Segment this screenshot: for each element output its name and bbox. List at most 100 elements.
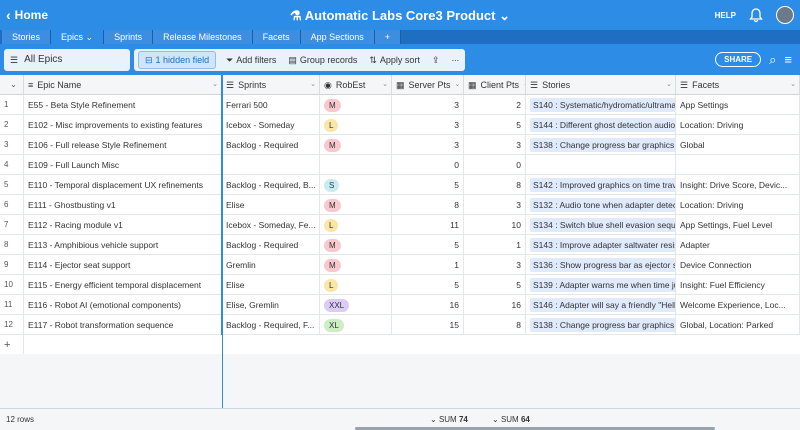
sprints-cell[interactable]: Backlog - Required, B...	[222, 175, 320, 195]
facets-cell[interactable]: App Settings	[676, 95, 800, 115]
table-row[interactable]: 5 E110 - Temporal displacement UX refinem…	[0, 175, 800, 195]
table-row[interactable]: 11 E116 - Robot AI (emotional components)…	[0, 295, 800, 315]
table-row[interactable]: 9 E114 - Ejector seat support Gremlin M 1 3 S1…	[0, 255, 800, 275]
epic-name-cell[interactable]: E113 - Amphibious vehicle support	[24, 235, 222, 255]
more-icon[interactable]: ∙∙∙	[446, 49, 466, 71]
story-link-chip[interactable]: S144 : Different ghost detection audio t…	[530, 118, 675, 132]
epic-name-cell[interactable]: E106 - Full release Style Refinement	[24, 135, 222, 155]
epic-name-cell[interactable]: E112 - Racing module v1	[24, 215, 222, 235]
epic-name-cell[interactable]: E110 - Temporal displacement UX refineme…	[24, 175, 222, 195]
robest-cell[interactable]: M	[320, 135, 392, 155]
epic-name-cell[interactable]: E111 - Ghostbusting v1	[24, 195, 222, 215]
client-pts-cell[interactable]: 0	[464, 155, 526, 175]
epic-name-cell[interactable]: E109 - Full Launch Misc	[24, 155, 222, 175]
table-row[interactable]: 7 E112 - Racing module v1 Icebox - Someday…	[0, 215, 800, 235]
story-link-chip[interactable]: S143 : Improve adapter saltwater resist	[530, 238, 675, 252]
view-switcher[interactable]: ☰ All Epics	[4, 48, 130, 71]
robest-cell[interactable]: M	[320, 195, 392, 215]
add-row-button[interactable]: +	[0, 335, 800, 355]
column-header-stories[interactable]: ☰ Stories ⌄	[526, 75, 676, 95]
sprints-cell[interactable]: Icebox - Someday	[222, 115, 320, 135]
client-pts-cell[interactable]: 16	[464, 295, 526, 315]
server-pts-cell[interactable]: 15	[392, 315, 464, 335]
client-pts-cell[interactable]: 8	[464, 175, 526, 195]
facets-cell[interactable]: Global	[676, 135, 800, 155]
help-button[interactable]: HELP	[715, 11, 736, 20]
tab-app-sections[interactable]: App Sections	[300, 30, 375, 44]
server-pts-cell[interactable]: 16	[392, 295, 464, 315]
sprints-cell[interactable]: Icebox - Someday, Fe...	[222, 215, 320, 235]
stories-cell[interactable]: S142 : Improved graphics on time trave	[526, 175, 676, 195]
tab-facets[interactable]: Facets	[252, 30, 301, 44]
stories-cell[interactable]: S132 : Audio tone when adapter detect	[526, 195, 676, 215]
table-row[interactable]: 1 E55 - Beta Style Refinement Ferrari 500 M…	[0, 95, 800, 115]
epic-name-cell[interactable]: E114 - Ejector seat support	[24, 255, 222, 275]
client-pts-cell[interactable]: 2	[464, 95, 526, 115]
column-header-epic-name[interactable]: ≡ Epic Name ⌄	[24, 75, 222, 95]
story-link-chip[interactable]: S136 : Show progress bar as ejector se	[530, 258, 675, 272]
stories-cell[interactable]: S134 : Switch blue shell evasion sequel	[526, 215, 676, 235]
server-pts-cell[interactable]: 5	[392, 275, 464, 295]
sprints-cell[interactable]	[222, 155, 320, 175]
server-pts-cell[interactable]: 5	[392, 235, 464, 255]
server-pts-cell[interactable]: 3	[392, 135, 464, 155]
stories-cell[interactable]: S146 : Adapter will say a friendly "Hell…	[526, 295, 676, 315]
hidden-fields-button[interactable]: ⊟ 1 hidden field	[138, 50, 217, 69]
summary-dropdown-icon[interactable]: ⌄	[492, 415, 499, 424]
client-pts-cell[interactable]: 5	[464, 275, 526, 295]
stories-cell[interactable]	[526, 155, 676, 175]
add-table-button[interactable]: +	[374, 30, 401, 44]
avatar[interactable]	[776, 6, 794, 24]
group-records-button[interactable]: ▤ Group records	[282, 49, 363, 71]
server-pts-cell[interactable]: 8	[392, 195, 464, 215]
search-icon[interactable]: ⌕	[769, 52, 776, 68]
client-pts-cell[interactable]: 10	[464, 215, 526, 235]
table-row[interactable]: 8 E113 - Amphibious vehicle support Backlo…	[0, 235, 800, 255]
tab-release-milestones[interactable]: Release Milestones	[153, 30, 253, 44]
export-icon[interactable]: ⇪	[426, 49, 446, 71]
robest-cell[interactable]: M	[320, 235, 392, 255]
stories-cell[interactable]: S138 : Change progress bar graphics fo	[526, 315, 676, 335]
robest-cell[interactable]: M	[320, 255, 392, 275]
column-header-robest[interactable]: ◉ RobEst ⌄	[320, 75, 392, 95]
robest-cell[interactable]: L	[320, 275, 392, 295]
robest-cell[interactable]: L	[320, 215, 392, 235]
share-button[interactable]: SHARE	[715, 52, 762, 67]
server-pts-cell[interactable]: 11	[392, 215, 464, 235]
column-header-client-pts[interactable]: ▦Client Pts⌄	[464, 75, 526, 95]
add-filters-button[interactable]: ⏷ Add filters	[220, 49, 282, 71]
summary-dropdown-icon[interactable]: ⌄	[430, 415, 437, 424]
plus-icon[interactable]: +	[0, 335, 24, 355]
epic-name-cell[interactable]: E117 - Robot transformation sequence	[24, 315, 222, 335]
robest-cell[interactable]: S	[320, 175, 392, 195]
column-header-facets[interactable]: ☰ Facets ⌄	[676, 75, 800, 95]
server-pts-cell[interactable]: 3	[392, 95, 464, 115]
column-header-sprints[interactable]: ☰ Sprints ⌄	[222, 75, 320, 95]
sprints-cell[interactable]: Elise	[222, 275, 320, 295]
chevron-down-icon[interactable]: ⌄	[499, 8, 510, 23]
client-pts-cell[interactable]: 1	[464, 235, 526, 255]
facets-cell[interactable]: Device Connection	[676, 255, 800, 275]
story-link-chip[interactable]: S138 : Change progress bar graphics fo	[530, 138, 675, 152]
chevron-down-icon[interactable]: ⌄	[455, 75, 463, 95]
epic-name-cell[interactable]: E116 - Robot AI (emotional components)	[24, 295, 222, 315]
sprints-cell[interactable]: Backlog - Required, F...	[222, 315, 320, 335]
stories-cell[interactable]: S140 : Systematic/hydromatic/ultramati	[526, 95, 676, 115]
menu-icon[interactable]: ≡	[784, 52, 792, 67]
sprints-cell[interactable]: Backlog - Required	[222, 235, 320, 255]
client-pts-cell[interactable]: 3	[464, 195, 526, 215]
home-button[interactable]: ‹ Home	[0, 7, 48, 23]
facets-cell[interactable]: Adapter	[676, 235, 800, 255]
epic-name-cell[interactable]: E102 - Misc improvements to existing fea…	[24, 115, 222, 135]
epic-name-cell[interactable]: E115 - Energy efficient temporal displac…	[24, 275, 222, 295]
client-pts-cell[interactable]: 5	[464, 115, 526, 135]
story-link-chip[interactable]: S146 : Adapter will say a friendly "Hell…	[530, 298, 675, 312]
apply-sort-button[interactable]: ⇅ Apply sort	[363, 49, 426, 71]
client-pts-cell[interactable]: 3	[464, 135, 526, 155]
facets-cell[interactable]	[676, 155, 800, 175]
table-row[interactable]: 6 E111 - Ghostbusting v1 Elise M 8 3 S132 : Au…	[0, 195, 800, 215]
stories-cell[interactable]: S139 : Adapter warns me when time jur	[526, 275, 676, 295]
robest-cell[interactable]: XL	[320, 315, 392, 335]
facets-cell[interactable]: Insight: Drive Score, Devic...	[676, 175, 800, 195]
sprints-cell[interactable]: Elise, Gremlin	[222, 295, 320, 315]
